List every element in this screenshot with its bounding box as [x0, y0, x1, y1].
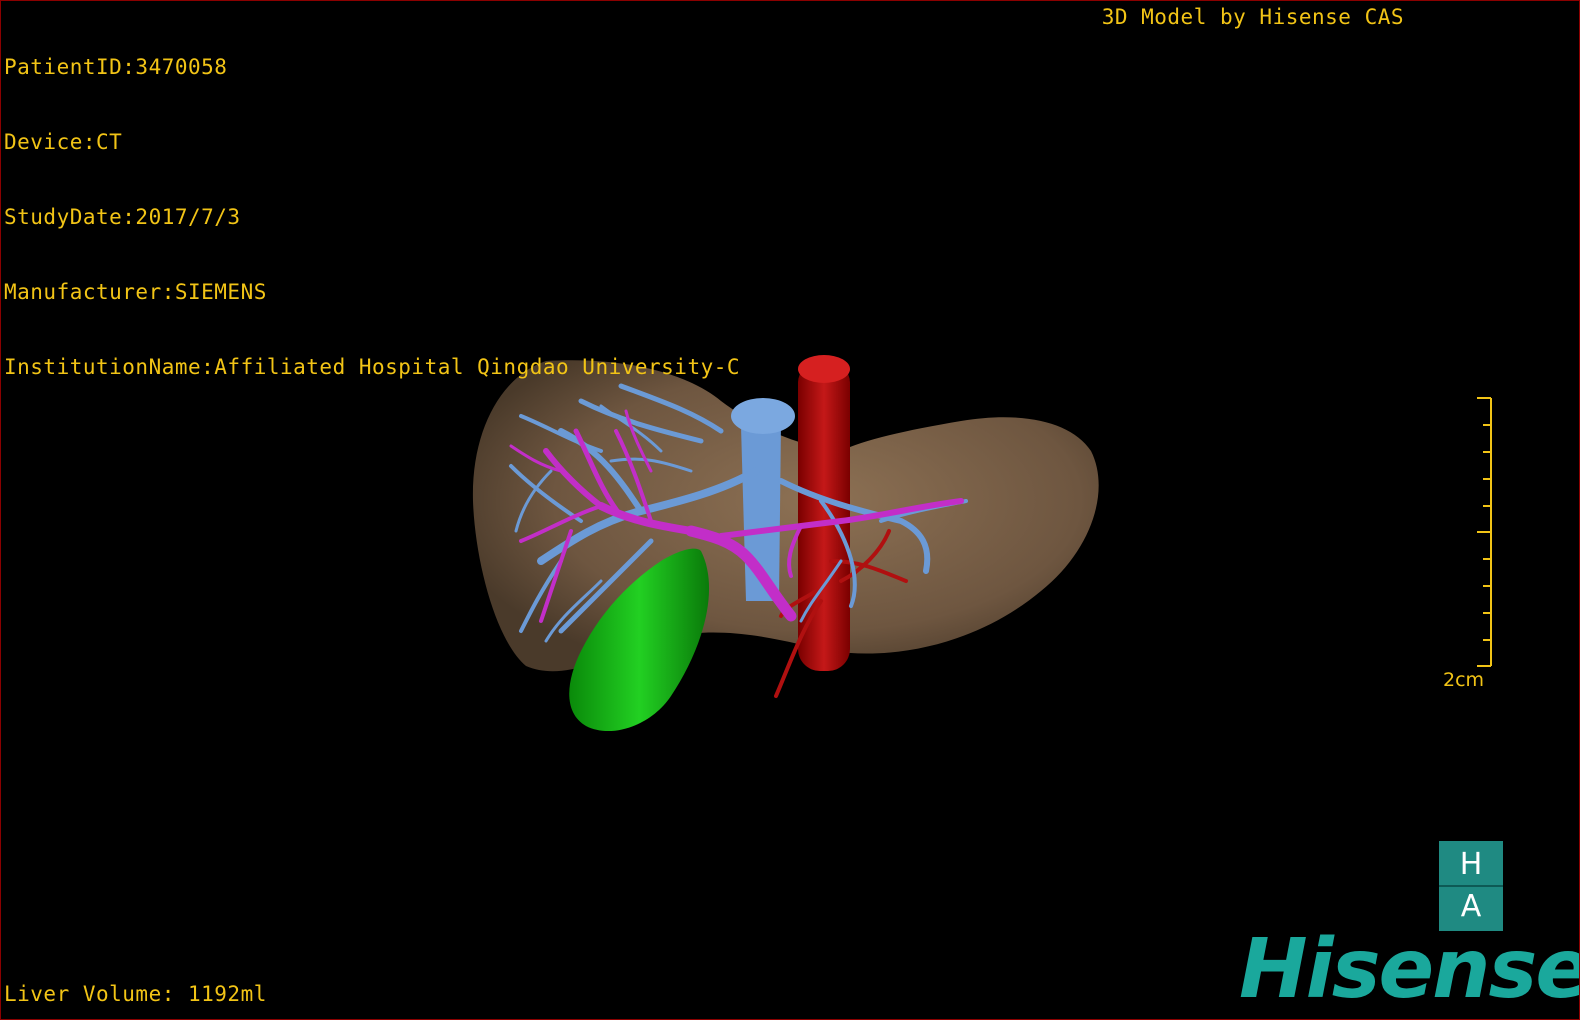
orientation-bottom-label: A [1460, 889, 1482, 924]
portal-vein-top [731, 398, 795, 434]
model-credit-text: 3D Model by Hisense CAS [1101, 5, 1404, 29]
study-info: PatientID:3470058 Device:CT StudyDate:20… [4, 5, 740, 430]
device-text: Device:CT [4, 130, 123, 154]
hisense-logo: Hisense [1239, 922, 1580, 1017]
liver-volume-text: Liver Volume: 1192ml [4, 982, 267, 1006]
scale-label: 2cm [1443, 669, 1485, 691]
patient-id-text: PatientID:3470058 [4, 55, 228, 79]
3d-viewport[interactable]: PatientID:3470058 Device:CT StudyDate:20… [0, 0, 1580, 1020]
study-date-text: StudyDate:2017/7/3 [4, 205, 241, 229]
manufacturer-text: Manufacturer:SIEMENS [4, 280, 267, 304]
scale-bar [1477, 397, 1492, 667]
orientation-top-label: H [1459, 847, 1483, 882]
orientation-cube[interactable]: H A [1439, 841, 1503, 931]
artery-top [798, 355, 850, 383]
institution-text: InstitutionName:Affiliated Hospital Qing… [4, 355, 741, 379]
